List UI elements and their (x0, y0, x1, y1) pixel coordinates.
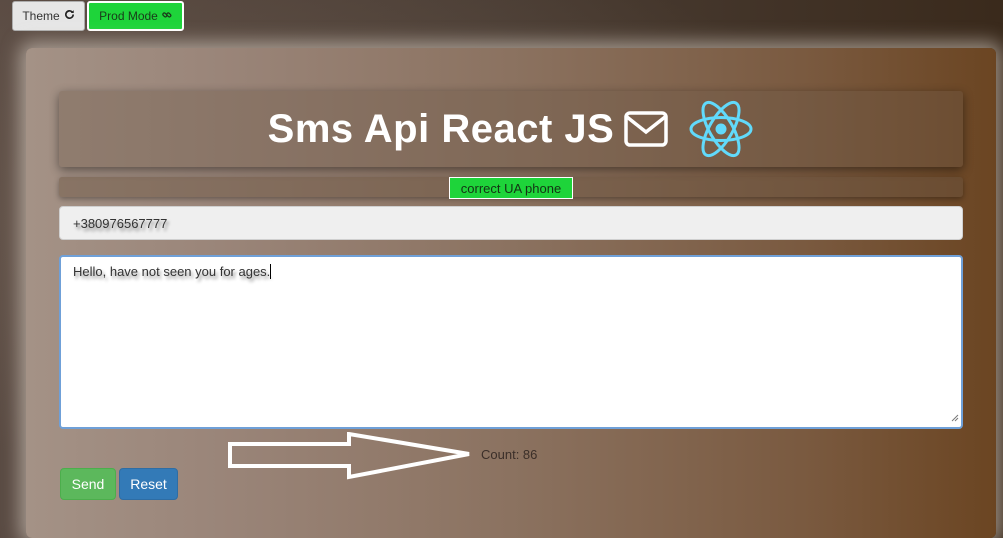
phone-input[interactable]: +380976567777 (59, 206, 963, 240)
app-header: Sms Api React JS (59, 91, 963, 167)
link-icon (162, 9, 172, 23)
phone-input-value: +380976567777 (73, 215, 168, 231)
status-badge: correct UA phone (449, 177, 573, 199)
arrow-right-icon (227, 431, 473, 485)
react-logo-icon (688, 99, 754, 159)
char-count: Count: 86 (481, 447, 538, 462)
refresh-icon (64, 9, 75, 23)
prod-mode-button[interactable]: Prod Mode (87, 1, 184, 31)
theme-button-label: Theme (22, 9, 60, 23)
reset-button[interactable]: Reset (119, 468, 178, 500)
page-title: Sms Api React JS (267, 106, 615, 151)
prod-mode-label: Prod Mode (99, 9, 158, 23)
theme-button[interactable]: Theme (12, 1, 85, 31)
text-caret (270, 264, 272, 279)
resize-handle-icon[interactable] (951, 410, 959, 425)
message-text: Hello, have not seen you for ages. (73, 264, 271, 279)
message-textarea[interactable]: Hello, have not seen you for ages. (59, 255, 963, 429)
envelope-icon (624, 111, 669, 147)
send-button[interactable]: Send (60, 468, 116, 500)
